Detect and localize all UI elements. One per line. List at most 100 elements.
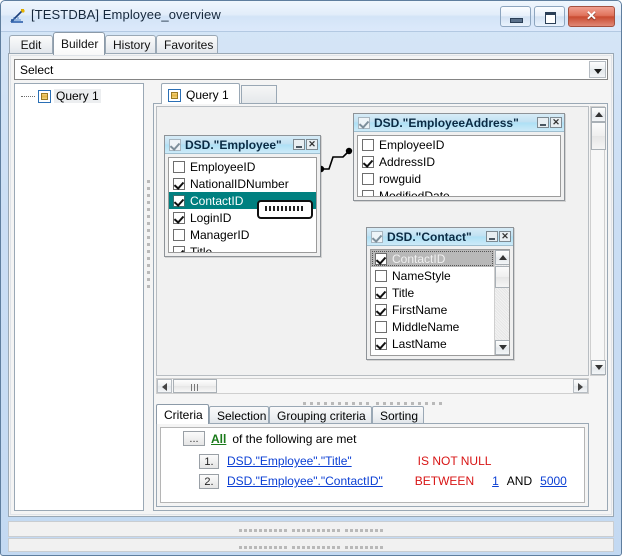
statement-combobox[interactable]: Select — [14, 59, 608, 80]
contact-minimize-icon[interactable] — [486, 231, 498, 242]
horizontal-splitter[interactable] — [156, 396, 589, 405]
employeeaddress-table[interactable]: DSD."EmployeeAddress" ✕ EmployeeID Addre… — [353, 113, 565, 201]
field-checkbox[interactable] — [173, 160, 185, 173]
query-builder-window: [TESTDBA] Employee_overview ✕ Edit Build… — [0, 0, 622, 556]
employee-table[interactable]: DSD."Employee" ✕ EmployeeID NationalIDNu… — [164, 135, 321, 257]
field-row[interactable]: Title — [371, 284, 509, 301]
scroll-down-icon[interactable] — [495, 340, 509, 355]
criteria-field-link[interactable]: DSD."Employee"."Title" — [227, 454, 352, 468]
criteria-row-number[interactable]: 2. — [199, 473, 219, 489]
criteria-row[interactable]: 1. DSD."Employee"."Title" IS NOT NULL — [161, 451, 584, 471]
field-checkbox[interactable] — [173, 245, 185, 252]
tree-item-query-1[interactable]: Query 1 — [21, 89, 101, 103]
query-tree-panel[interactable]: Query 1 — [14, 83, 144, 511]
contact-table-checkbox[interactable] — [371, 230, 383, 243]
contact-close-icon[interactable]: ✕ — [499, 231, 511, 242]
criteria-value-low[interactable]: 1 — [492, 474, 499, 488]
employee-table-header[interactable]: DSD."Employee" ✕ — [165, 136, 320, 154]
minimize-button[interactable] — [500, 6, 531, 27]
field-row[interactable]: LastName — [371, 335, 509, 352]
close-button[interactable]: ✕ — [568, 6, 615, 27]
canvas-vertical-scrollbar[interactable] — [590, 106, 606, 376]
criteria-field-link[interactable]: DSD."Employee"."ContactID" — [227, 474, 383, 488]
scrollbar-thumb[interactable] — [591, 122, 606, 150]
field-checkbox[interactable] — [362, 189, 374, 196]
tab-history[interactable]: History — [105, 35, 156, 54]
field-checkbox[interactable] — [375, 337, 387, 350]
field-row[interactable]: Title — [169, 243, 316, 253]
contact-field-list[interactable]: ContactID NameStyle Title FirstName Midd… — [370, 249, 510, 356]
criteria-conjunction-row[interactable]: ... All of the following are met — [161, 428, 584, 449]
scroll-right-icon[interactable] — [573, 379, 588, 393]
contact-table[interactable]: DSD."Contact" ✕ ContactID NameStyle Titl… — [366, 227, 514, 360]
criteria-value-high[interactable]: 5000 — [540, 474, 567, 488]
criteria-options-button[interactable]: ... — [183, 431, 205, 446]
query-tab-query-1[interactable]: Query 1 — [161, 83, 240, 104]
maximize-button[interactable] — [534, 6, 565, 27]
employee-close-icon[interactable]: ✕ — [306, 139, 318, 150]
canvas-horizontal-scrollbar[interactable] — [156, 378, 589, 394]
criteria-conjunction-link[interactable]: All — [211, 432, 226, 446]
criteria-operator[interactable]: BETWEEN — [415, 474, 474, 488]
employee-minimize-icon[interactable] — [293, 139, 305, 150]
employee-table-checkbox[interactable] — [169, 138, 181, 151]
tab-grouping-criteria-label: Grouping criteria — [277, 409, 366, 423]
field-row[interactable]: EmployeeID — [358, 136, 560, 153]
employeeaddress-table-checkbox[interactable] — [358, 116, 370, 129]
field-checkbox[interactable] — [173, 177, 185, 190]
employeeaddress-minimize-icon[interactable] — [537, 117, 549, 128]
criteria-operator[interactable]: IS NOT NULL — [418, 454, 492, 468]
field-row[interactable]: NameStyle — [371, 267, 509, 284]
criteria-row[interactable]: 2. DSD."Employee"."ContactID" BETWEEN 1 … — [161, 471, 584, 491]
field-checkbox[interactable] — [375, 269, 387, 282]
field-checkbox[interactable] — [173, 211, 185, 224]
contact-vertical-scrollbar[interactable] — [494, 250, 509, 355]
status-grip-dots[interactable] — [238, 522, 385, 536]
field-row[interactable]: NationalIDNumber — [169, 175, 316, 192]
vertical-splitter[interactable] — [146, 176, 151, 366]
field-checkbox[interactable] — [173, 194, 185, 207]
builder-client-inner: Select Query 1 Query 1 DSD."Employee" ✕ … — [10, 55, 612, 515]
scrollbar-thumb[interactable] — [173, 379, 217, 393]
field-row[interactable]: ModifiedDate — [358, 187, 560, 196]
tab-grouping-criteria[interactable]: Grouping criteria — [269, 406, 372, 424]
field-row[interactable]: AddressID — [358, 153, 560, 170]
scroll-left-icon[interactable] — [157, 379, 172, 393]
tab-criteria[interactable]: Criteria — [156, 404, 209, 424]
scroll-up-icon[interactable] — [591, 107, 606, 122]
scroll-up-icon[interactable] — [495, 250, 509, 265]
field-checkbox[interactable] — [375, 303, 387, 316]
employeeaddress-table-header[interactable]: DSD."EmployeeAddress" ✕ — [354, 114, 564, 132]
contact-table-header[interactable]: DSD."Contact" ✕ — [367, 228, 513, 246]
window-resize-grip[interactable] — [8, 538, 614, 552]
field-row[interactable]: ManagerID — [169, 226, 316, 243]
scrollbar-thumb[interactable] — [495, 266, 509, 288]
criteria-list[interactable]: ... All of the following are met 1. DSD.… — [160, 427, 585, 503]
employeeaddress-field-list[interactable]: EmployeeID AddressID rowguid ModifiedDat… — [357, 135, 561, 197]
scroll-down-icon[interactable] — [591, 360, 606, 375]
field-checkbox[interactable] — [375, 320, 387, 333]
diagram-canvas[interactable]: DSD."Employee" ✕ EmployeeID NationalIDNu… — [156, 106, 589, 376]
tab-selection[interactable]: Selection — [209, 406, 269, 424]
tab-builder[interactable]: Builder — [53, 32, 105, 55]
field-label: Title — [190, 244, 213, 253]
field-checkbox[interactable] — [375, 286, 387, 299]
employeeaddress-close-icon[interactable]: ✕ — [550, 117, 562, 128]
field-checkbox[interactable] — [362, 138, 374, 151]
field-row[interactable]: FirstName — [371, 301, 509, 318]
tab-edit[interactable]: Edit — [9, 35, 53, 54]
tab-sorting[interactable]: Sorting — [372, 406, 424, 424]
field-row[interactable]: rowguid — [358, 170, 560, 187]
criteria-row-number[interactable]: 1. — [199, 453, 219, 469]
field-row[interactable]: EmployeeID — [169, 158, 316, 175]
field-row[interactable]: ContactID — [371, 250, 494, 267]
field-checkbox[interactable] — [362, 172, 374, 185]
field-checkbox[interactable] — [375, 252, 387, 265]
window-buttons: ✕ — [500, 6, 615, 27]
query-tab-icon — [168, 88, 181, 102]
field-checkbox[interactable] — [362, 155, 374, 168]
field-checkbox[interactable] — [173, 228, 185, 241]
tab-favorites[interactable]: Favorites — [156, 35, 218, 54]
chevron-down-icon[interactable] — [589, 61, 606, 78]
field-row[interactable]: MiddleName — [371, 318, 509, 335]
